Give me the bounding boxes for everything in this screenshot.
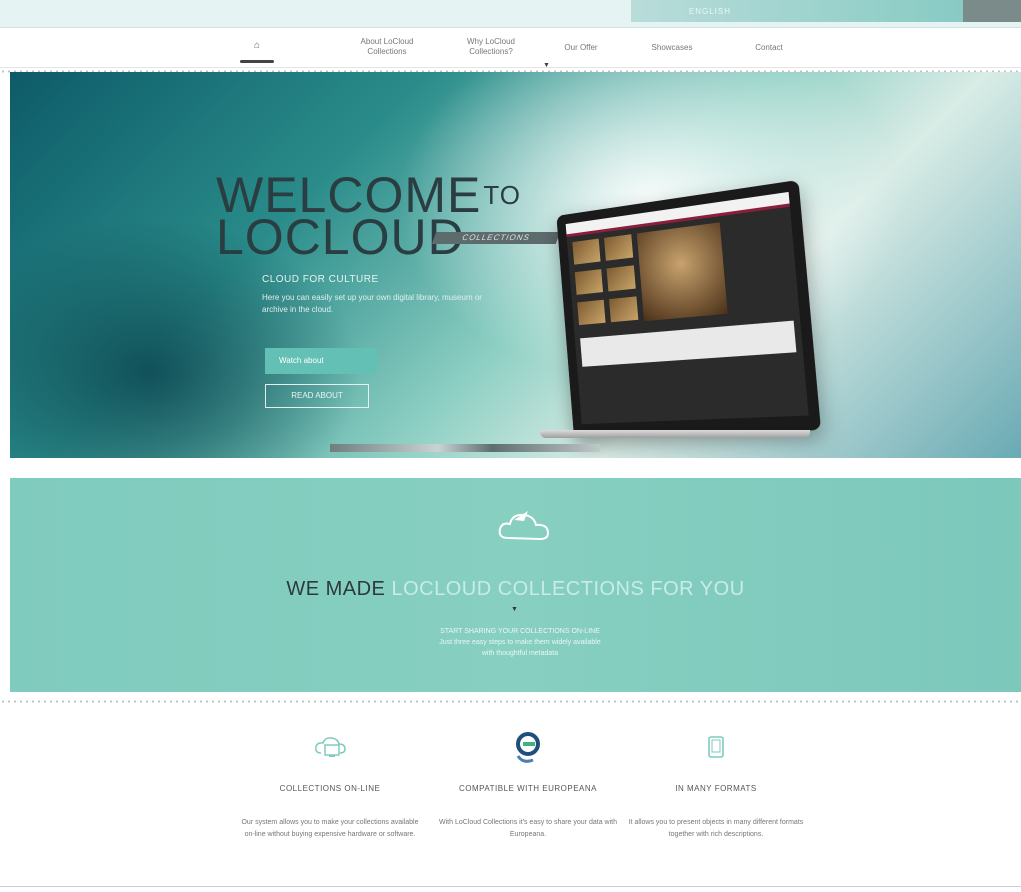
laptop-thumb	[572, 238, 601, 265]
dotted-divider	[0, 700, 1021, 703]
main-nav: ⌂ About LoCloud Collections Why LoCloud …	[0, 28, 1021, 69]
nav-item-showcases[interactable]: Showcases	[642, 43, 702, 53]
laptop-thumb	[577, 299, 606, 326]
home-icon[interactable]: ⌂	[243, 40, 271, 51]
laptop-image	[540, 179, 822, 448]
band-subtext: START SHARING YOUR COLLECTIONS ON-LINE J…	[390, 626, 650, 659]
laptop-thumb	[606, 265, 636, 292]
top-dark-cap	[963, 0, 1021, 22]
band-headline: WE MADE LOCLOUD COLLECTIONS FOR YOU	[10, 578, 1021, 601]
feature-title: COMPATIBLE WITH EUROPEANA	[459, 784, 597, 793]
band-sub-line1: START SHARING YOUR COLLECTIONS ON-LINE	[440, 628, 600, 635]
nav-item-contact[interactable]: Contact	[744, 43, 794, 53]
feature-collections-online: COLLECTIONS ON-LINE Our system allows yo…	[240, 730, 420, 841]
hero-title: WELCOMETO LOCLOUD	[216, 170, 521, 262]
nav-item-offer[interactable]: Our Offer	[556, 43, 606, 53]
laptop-thumb	[574, 269, 604, 295]
hero-tagline: CLOUD FOR CULTURE	[262, 274, 379, 285]
laptop-featured-image	[636, 222, 728, 322]
active-caret-icon: ▼	[543, 62, 550, 69]
bottom-divider	[0, 886, 1021, 887]
hero-title-line2: LOCLOUD	[216, 209, 465, 265]
feature-description: It allows you to present objects in many…	[628, 819, 804, 838]
intro-band: WE MADE LOCLOUD COLLECTIONS FOR YOU ▼ ST…	[10, 478, 1021, 692]
band-headline-plain: WE MADE	[286, 578, 392, 600]
down-marker-icon: ▼	[511, 606, 518, 613]
feature-description: With LoCloud Collections it's easy to sh…	[439, 819, 617, 838]
feature-description: Our system allows you to make your colle…	[241, 819, 419, 838]
top-strip: ENGLISH	[0, 0, 1021, 28]
active-underline	[240, 60, 274, 63]
band-sub-line3: with thoughtful metadata	[481, 650, 559, 657]
laptop-screen	[565, 191, 809, 425]
feature-europeana: COMPATIBLE WITH EUROPEANA With LoCloud C…	[438, 730, 618, 841]
feature-title: IN MANY FORMATS	[675, 784, 757, 793]
europeana-icon	[438, 730, 618, 764]
hero-title-to: TO	[483, 180, 521, 210]
hero-banner: WELCOMETO LOCLOUD COLLECTIONS CLOUD FOR …	[10, 72, 1021, 458]
watch-about-button[interactable]: Watch about	[265, 348, 377, 374]
read-about-button[interactable]: READ ABOUT	[265, 384, 369, 408]
nav-item-about[interactable]: About LoCloud Collections	[352, 37, 422, 57]
feature-many-formats: IN MANY FORMATS It allows you to present…	[626, 730, 806, 841]
laptop-thumbs	[572, 234, 639, 327]
slider-indicator[interactable]	[330, 444, 600, 452]
language-selector[interactable]: ENGLISH	[689, 7, 731, 16]
tablet-icon	[626, 730, 806, 764]
cloud-icon	[498, 511, 550, 541]
hero-description: Here you can easily set up your own digi…	[262, 293, 482, 314]
band-sub-line2: Just three easy steps to make them widel…	[439, 639, 601, 646]
cloud-monitor-icon	[240, 730, 420, 764]
laptop-thumb	[604, 234, 634, 261]
feature-title: COLLECTIONS ON-LINE	[279, 784, 381, 793]
band-headline-accent: LOCLOUD COLLECTIONS FOR YOU	[391, 578, 745, 600]
laptop-base	[540, 430, 810, 438]
nav-item-why[interactable]: Why LoCloud Collections?	[456, 37, 526, 57]
laptop-lid	[556, 179, 822, 438]
laptop-thumb	[609, 296, 639, 323]
